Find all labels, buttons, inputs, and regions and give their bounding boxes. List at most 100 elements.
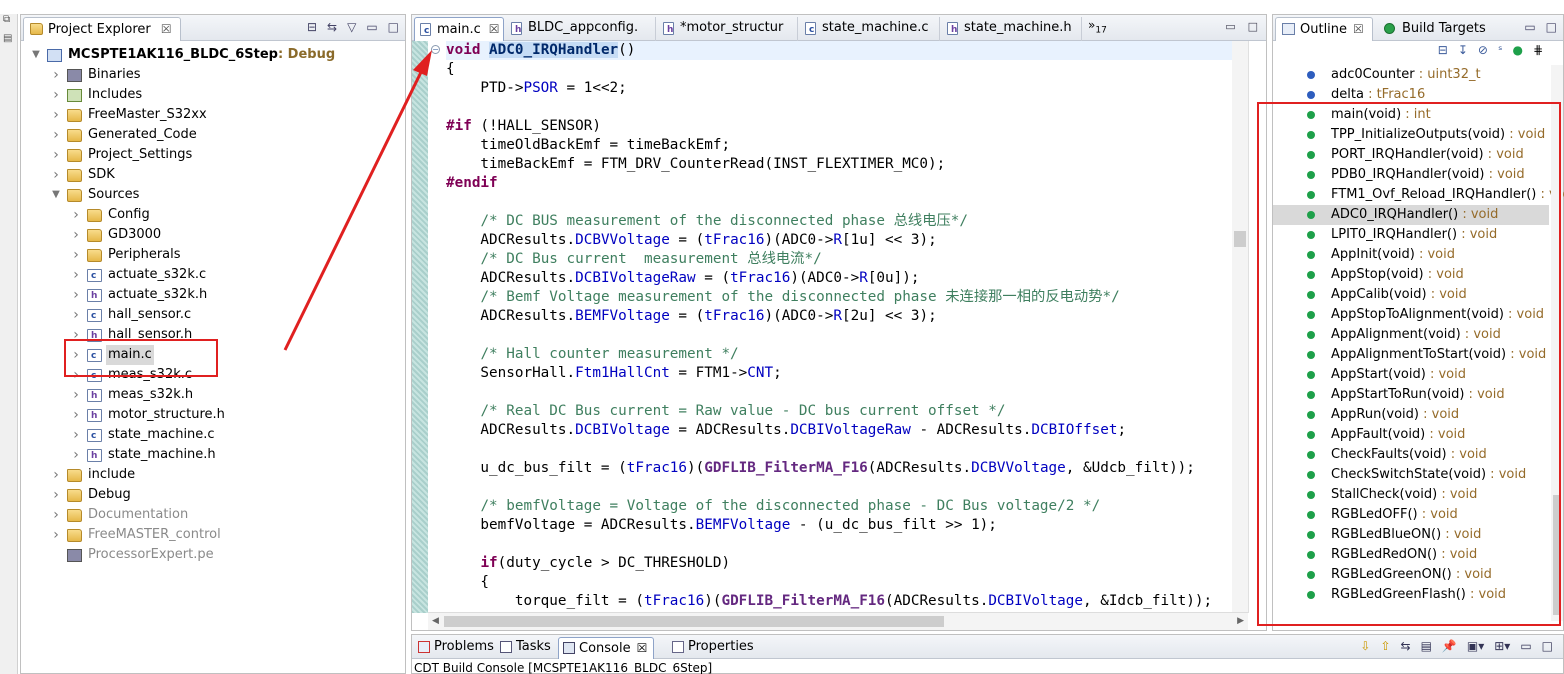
tree-item-state-machine-h[interactable]: › state_machine.h: [21, 445, 405, 466]
tree-item-generated-code[interactable]: › Generated_Code: [21, 125, 405, 145]
tab-properties[interactable]: Properties: [668, 637, 754, 659]
tree-item-actuate-s32k-c[interactable]: › actuate_s32k.c: [21, 265, 405, 286]
tree-item-state-machine-c[interactable]: › state_machine.c: [21, 425, 405, 446]
tree-item-meas-s32k-h[interactable]: › meas_s32k.h: [21, 385, 405, 406]
code-line[interactable]: [446, 383, 1232, 402]
code-line[interactable]: /* bemfVoltage = Voltage of the disconne…: [446, 497, 1232, 516]
collapse-all-icon[interactable]: ⊟: [307, 20, 317, 34]
minimize-icon[interactable]: ▭: [1520, 639, 1531, 653]
tree-item-processorexpert-pe[interactable]: ProcessorExpert.pe: [21, 545, 405, 565]
tab-state-machine-h[interactable]: state_machine.h: [942, 17, 1082, 41]
clear-console-icon[interactable]: ▤: [1421, 639, 1432, 653]
hide-fields-icon[interactable]: ⊘: [1478, 43, 1488, 57]
chevron-right-icon[interactable]: ›: [51, 85, 61, 105]
code-line[interactable]: torque_filt = (tFrac16)(GDFLIB_FilterMA_…: [446, 592, 1232, 611]
close-icon[interactable]: ☒: [1353, 22, 1364, 36]
maximize-icon[interactable]: □: [1546, 20, 1557, 34]
code-line[interactable]: ADCResults.DCBVVoltage = (tFrac16)(ADC0-…: [446, 231, 1232, 250]
pin-console-icon[interactable]: 📌: [1442, 639, 1457, 653]
maximize-icon[interactable]: □: [388, 20, 399, 34]
minimize-icon[interactable]: ▭: [1225, 20, 1235, 33]
tree-item-sdk[interactable]: › SDK: [21, 165, 405, 185]
tab-state-machine-c[interactable]: state_machine.c: [800, 17, 940, 41]
code-line[interactable]: timeOldBackEmf = timeBackEmf;: [446, 136, 1232, 155]
code-line[interactable]: SensorHall.Ftm1HallCnt = FTM1->CNT;: [446, 364, 1232, 383]
scroll-lock-icon[interactable]: ⇆: [1401, 639, 1411, 653]
tree-item-freemaster-s32xx[interactable]: › FreeMaster_S32xx: [21, 105, 405, 125]
group-includes-icon[interactable]: ⋕: [1533, 43, 1543, 57]
code-line[interactable]: /* Real DC Bus current = Raw value - DC …: [446, 402, 1232, 421]
code-line[interactable]: if(duty_cycle > DC_THRESHOLD): [446, 554, 1232, 573]
code-line[interactable]: #if (!HALL_SENSOR): [446, 117, 1232, 136]
tab-overflow-button[interactable]: »17: [1088, 18, 1107, 35]
tree-item-binaries[interactable]: › Binaries: [21, 65, 405, 85]
restore-icon[interactable]: ⧉: [3, 14, 13, 26]
project-root[interactable]: ▼ MCSPTE1AK116_BLDC_6Step: Debug: [21, 45, 405, 65]
scroll-right-icon[interactable]: ▶: [1237, 616, 1244, 626]
outline-item[interactable]: adc0Counter : uint32_t: [1273, 65, 1549, 85]
chevron-right-icon[interactable]: ›: [71, 205, 81, 225]
tree-item-config[interactable]: › Config: [21, 205, 405, 225]
code-view[interactable]: void ADC0_IRQHandler(){ PTD->PSOR = 1<<2…: [446, 41, 1232, 613]
tree-item-motor-structure-h[interactable]: › motor_structure.h: [21, 405, 405, 426]
arrow-down-icon[interactable]: ⇩: [1360, 639, 1370, 653]
minimize-icon[interactable]: ▭: [1524, 20, 1535, 34]
chevron-right-icon[interactable]: ›: [71, 425, 81, 445]
chevron-right-icon[interactable]: ›: [51, 145, 61, 165]
horizontal-scrollbar[interactable]: ◀ ▶: [428, 612, 1248, 630]
code-line[interactable]: [446, 193, 1232, 212]
tab-outline[interactable]: Outline ☒: [1275, 17, 1373, 41]
code-line[interactable]: [446, 478, 1232, 497]
code-line[interactable]: u_dc_bus_filt = (tFrac16)(GDFLIB_FilterM…: [446, 459, 1232, 478]
tree-item-sources[interactable]: ▼ Sources: [21, 185, 405, 205]
chevron-right-icon[interactable]: ›: [51, 105, 61, 125]
tab-bldc-appconfig[interactable]: BLDC_appconfig.: [506, 17, 656, 41]
chevron-right-icon[interactable]: ›: [51, 525, 61, 545]
scroll-thumb[interactable]: [1234, 231, 1246, 247]
tree-item-hall-sensor-c[interactable]: › hall_sensor.c: [21, 305, 405, 326]
close-icon[interactable]: ☒: [489, 22, 500, 36]
chevron-right-icon[interactable]: ›: [71, 445, 81, 465]
sort-icon[interactable]: ↧: [1458, 43, 1468, 57]
code-line[interactable]: ADCResults.DCBIVoltageRaw = (tFrac16)(AD…: [446, 269, 1232, 288]
code-line[interactable]: #endif: [446, 174, 1232, 193]
code-line[interactable]: ADCResults.BEMFVoltage = (tFrac16)(ADC0-…: [446, 307, 1232, 326]
link-with-editor-icon[interactable]: ⇆: [327, 20, 337, 34]
view-menu-icon[interactable]: ▽: [347, 20, 356, 34]
tree-item-include[interactable]: › include: [21, 465, 405, 485]
tab-problems[interactable]: Problems: [414, 637, 494, 659]
close-icon[interactable]: ☒: [637, 641, 648, 655]
close-icon[interactable]: ☒: [161, 22, 172, 36]
code-line[interactable]: /* Bemf Voltage measurement of the disco…: [446, 288, 1232, 307]
tree-item-peripherals[interactable]: › Peripherals: [21, 245, 405, 265]
hide-nonpublic-icon[interactable]: ●: [1512, 43, 1522, 57]
vertical-scrollbar[interactable]: [1232, 41, 1248, 613]
chevron-right-icon[interactable]: ›: [71, 285, 81, 305]
chevron-right-icon[interactable]: ›: [71, 405, 81, 425]
display-console-icon[interactable]: ▣▾: [1467, 639, 1484, 653]
tree-item-project-settings[interactable]: › Project_Settings: [21, 145, 405, 165]
minimize-icon[interactable]: ▭: [366, 20, 377, 34]
tab-console[interactable]: Console ☒: [558, 637, 655, 659]
chevron-right-icon[interactable]: ›: [51, 465, 61, 485]
maximize-icon[interactable]: □: [1542, 639, 1553, 653]
chevron-right-icon[interactable]: ›: [71, 305, 81, 325]
chevron-right-icon[interactable]: ›: [51, 165, 61, 185]
code-line[interactable]: [446, 535, 1232, 554]
scroll-left-icon[interactable]: ◀: [432, 616, 439, 626]
tree-item-gd3000[interactable]: › GD3000: [21, 225, 405, 245]
hide-static-icon[interactable]: ˢ: [1498, 43, 1502, 57]
tree-item-actuate-s32k-h[interactable]: › actuate_s32k.h: [21, 285, 405, 306]
tree-item-includes[interactable]: › Includes: [21, 85, 405, 105]
chevron-right-icon[interactable]: ›: [71, 385, 81, 405]
code-line[interactable]: /* DC Bus current measurement 总线电流*/: [446, 250, 1232, 269]
maximize-icon[interactable]: □: [1248, 20, 1258, 33]
tab-build-targets[interactable]: Build Targets: [1377, 17, 1495, 41]
tree-item-debug[interactable]: › Debug: [21, 485, 405, 505]
code-line[interactable]: PTD->PSOR = 1<<2;: [446, 79, 1232, 98]
tab-tasks[interactable]: Tasks: [496, 637, 551, 659]
code-line[interactable]: ADCResults.DCBIVoltage = ADCResults.DCBI…: [446, 421, 1232, 440]
chevron-right-icon[interactable]: ›: [51, 505, 61, 525]
package-icon[interactable]: ▤: [3, 33, 13, 45]
chevron-down-icon[interactable]: ▼: [51, 185, 61, 205]
